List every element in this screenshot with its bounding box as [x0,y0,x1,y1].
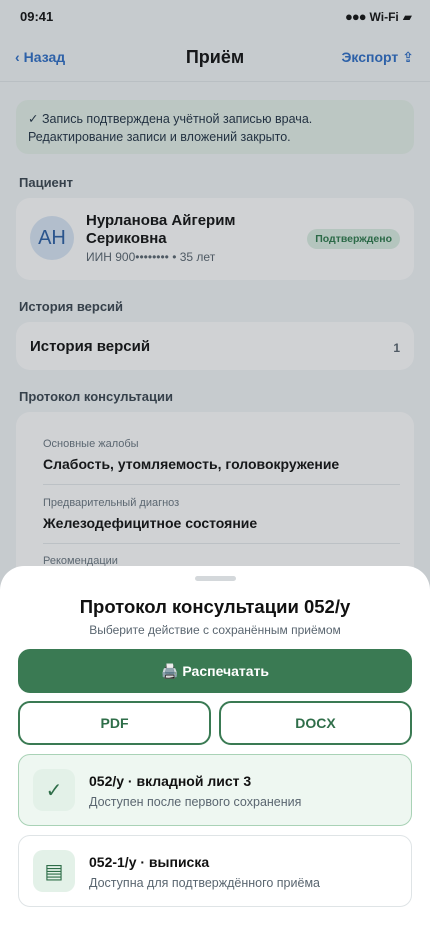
form-052-1-extract-option[interactable]: ▤ 052-1/у · выписка Доступна для подтвер… [18,835,412,907]
printer-icon: 🖨️ [160,662,179,679]
print-label: Распечатать [182,663,270,679]
document-icon: ▤ [33,850,75,892]
option-description: Доступна для подтверждённого приёма [89,876,320,890]
option-title: 052-1/у · выписка [89,854,210,870]
sheet-title: Протокол консультации 052/у [79,596,351,617]
bottom-sheet: Протокол консультации 052/у Выберите дей… [0,566,430,932]
print-button[interactable]: 🖨️ Распечатать [18,649,412,693]
option-title: 052/у · вкладной лист 3 [89,773,252,789]
appointment-screen: 09:41 ●●● Wi-Fi ▰ ‹ Назад Приём Экспорт … [0,0,430,932]
form-052-insert-option[interactable]: ✓ 052/у · вкладной лист 3 Доступен после… [18,754,412,826]
sheet-grabber[interactable] [195,576,236,581]
checkmark-icon: ✓ [33,769,75,811]
sheet-subtitle: Выберите действие с сохранённым приёмом [89,623,341,637]
docx-button[interactable]: DOCX [219,701,412,745]
option-description: Доступен после первого сохранения [89,795,302,809]
pdf-button[interactable]: PDF [18,701,211,745]
